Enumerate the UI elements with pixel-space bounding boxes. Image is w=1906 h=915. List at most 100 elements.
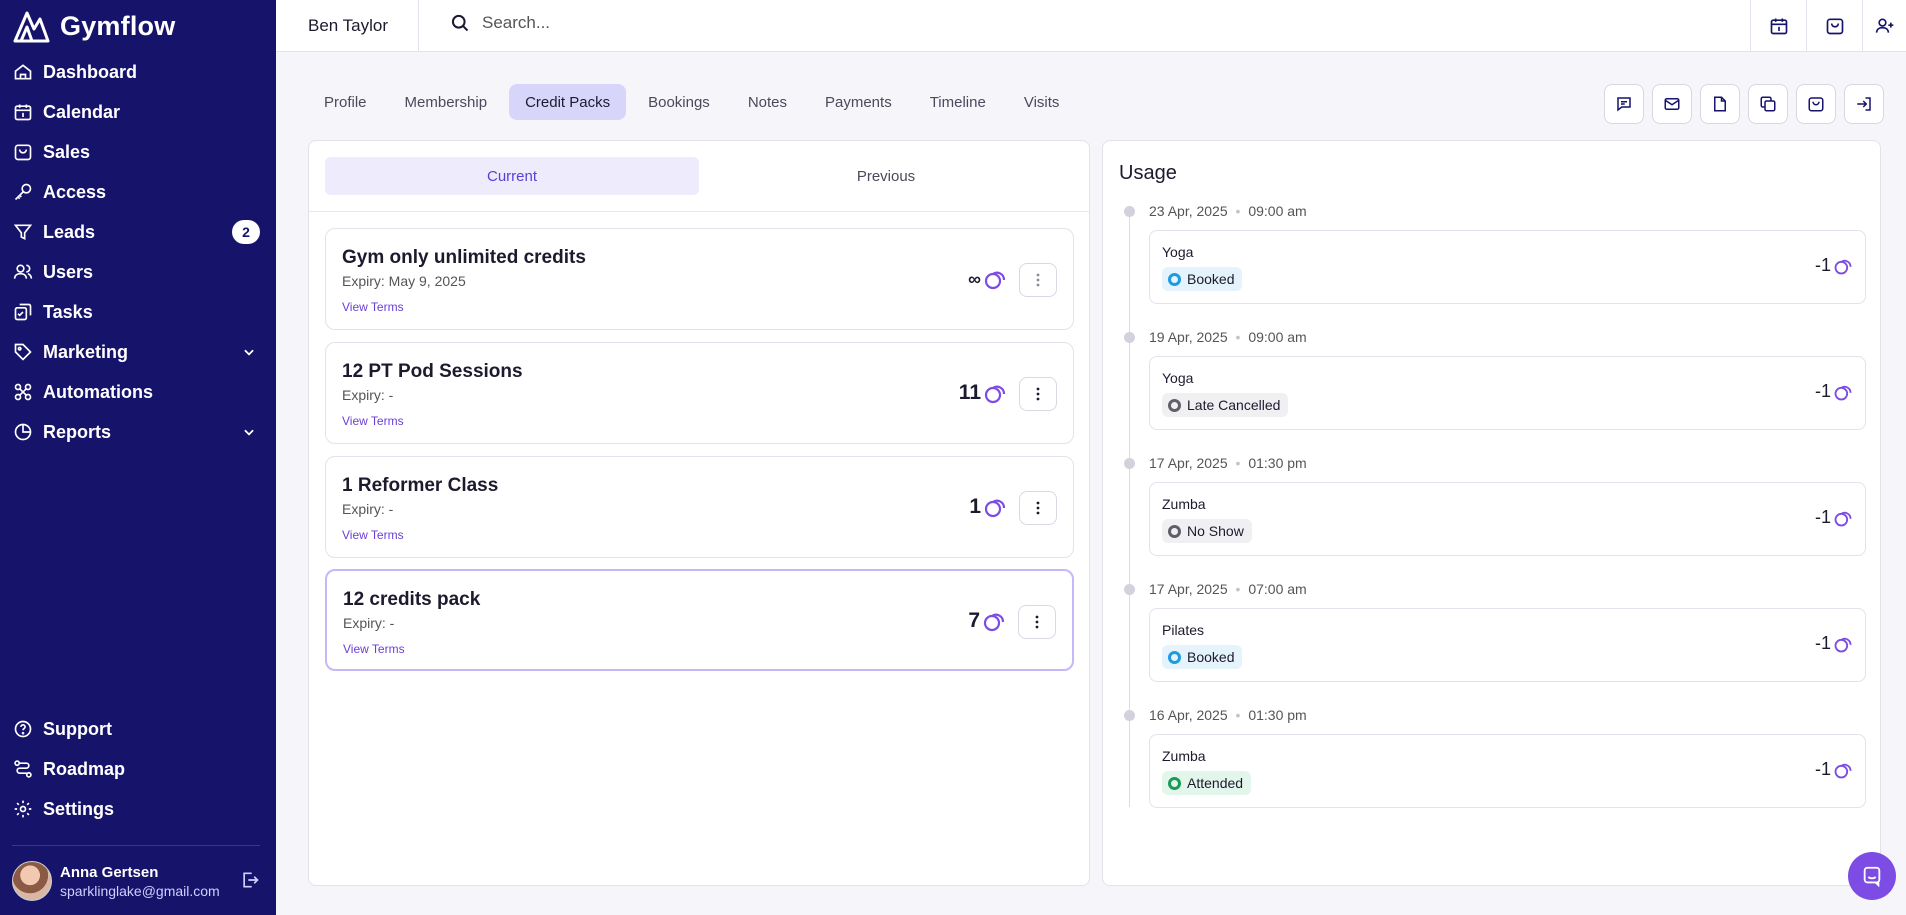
pack-name: 1 Reformer Class bbox=[342, 475, 499, 496]
current-user[interactable]: Anna Gertsen sparklinglake@gmail.com bbox=[12, 861, 220, 901]
sidebar-item-roadmap[interactable]: Roadmap bbox=[0, 749, 276, 789]
sidebar-item-users[interactable]: Users bbox=[0, 252, 276, 292]
usage-panel: Usage 23 Apr, 2025 • 09:00 am Yoga Booke… bbox=[1102, 140, 1881, 886]
status-ring-icon bbox=[1168, 272, 1181, 286]
pack-menu-button[interactable] bbox=[1019, 377, 1057, 411]
pack-menu-button[interactable] bbox=[1019, 263, 1057, 297]
sidebar-bottom-nav: Support Roadmap Settings bbox=[0, 709, 276, 829]
credits-icon bbox=[984, 271, 1006, 290]
tab-payments[interactable]: Payments bbox=[809, 84, 908, 120]
sell-button[interactable] bbox=[1796, 84, 1836, 124]
sidebar-item-label: Users bbox=[43, 261, 94, 282]
filter-icon bbox=[12, 221, 34, 243]
chat-bubble-icon bbox=[1863, 866, 1881, 887]
gear-icon bbox=[12, 798, 34, 820]
pack-expiry: Expiry: May 9, 2025 bbox=[342, 273, 466, 289]
add-user-icon bbox=[1875, 18, 1893, 33]
avatar bbox=[12, 861, 52, 901]
mail-icon bbox=[1664, 98, 1680, 110]
status-label: Attended bbox=[1187, 775, 1244, 791]
sidebar-item-automations[interactable]: Automations bbox=[0, 372, 276, 412]
member-tabs: Profile Membership Credit Packs Bookings… bbox=[308, 84, 1075, 120]
view-terms-link[interactable]: View Terms bbox=[342, 528, 404, 542]
user-email: sparklinglake@gmail.com bbox=[60, 882, 220, 899]
credit-count: ∞ bbox=[968, 268, 981, 289]
sidebar-item-tasks[interactable]: Tasks bbox=[0, 292, 276, 332]
search-input[interactable] bbox=[482, 13, 1082, 33]
credits-icon bbox=[1834, 637, 1852, 652]
logout-icon[interactable] bbox=[240, 870, 260, 890]
pack-credits: ∞ bbox=[968, 267, 1007, 291]
roadmap-icon bbox=[12, 758, 34, 780]
tag-icon bbox=[12, 341, 34, 363]
send-email-button[interactable] bbox=[1652, 84, 1692, 124]
sidebar-item-marketing[interactable]: Marketing bbox=[0, 332, 276, 372]
send-message-button[interactable] bbox=[1604, 84, 1644, 124]
document-button[interactable] bbox=[1700, 84, 1740, 124]
pack-credits: 7 bbox=[968, 609, 1006, 633]
member-name[interactable]: Ben Taylor bbox=[276, 0, 419, 52]
tab-membership[interactable]: Membership bbox=[389, 84, 504, 120]
sidebar-item-support[interactable]: Support bbox=[0, 709, 276, 749]
delta-value: -1 bbox=[1814, 507, 1831, 527]
sidebar-item-reports[interactable]: Reports bbox=[0, 412, 276, 452]
sidebar-item-access[interactable]: Access bbox=[0, 172, 276, 212]
sidebar-item-settings[interactable]: Settings bbox=[0, 789, 276, 829]
add-user-button[interactable] bbox=[1862, 0, 1906, 52]
delta-value: -1 bbox=[1814, 759, 1831, 779]
users-icon bbox=[12, 261, 34, 283]
search-bar[interactable] bbox=[450, 13, 1082, 33]
entry-time: 01:30 pm bbox=[1248, 707, 1307, 723]
timeline-dot bbox=[1124, 710, 1135, 721]
more-vertical-icon bbox=[1036, 387, 1040, 401]
chevron-down-icon[interactable] bbox=[242, 425, 256, 439]
sidebar-item-calendar[interactable]: Calendar bbox=[0, 92, 276, 132]
credit-pack-card[interactable]: 1 Reformer Class Expiry: - View Terms 1 bbox=[325, 456, 1074, 558]
credit-pack-card[interactable]: 12 PT Pod Sessions Expiry: - View Terms … bbox=[325, 342, 1074, 444]
pack-menu-button[interactable] bbox=[1018, 605, 1056, 639]
tab-timeline[interactable]: Timeline bbox=[914, 84, 1002, 120]
tab-credit-packs[interactable]: Credit Packs bbox=[509, 84, 627, 120]
tab-visits[interactable]: Visits bbox=[1008, 84, 1076, 120]
top-bar: Ben Taylor bbox=[276, 0, 1906, 52]
sidebar-item-dashboard[interactable]: Dashboard bbox=[0, 52, 276, 92]
more-vertical-icon bbox=[1036, 501, 1040, 515]
gymflow-logo-icon bbox=[13, 11, 50, 43]
logo[interactable]: Gymflow bbox=[12, 8, 175, 44]
view-terms-link[interactable]: View Terms bbox=[342, 414, 404, 428]
credits-icon bbox=[1834, 511, 1852, 526]
usage-entry-card[interactable]: Zumba No Show -1 bbox=[1149, 482, 1866, 556]
entry-time: 01:30 pm bbox=[1248, 455, 1307, 471]
copy-button[interactable] bbox=[1748, 84, 1788, 124]
usage-entry-card[interactable]: Zumba Attended -1 bbox=[1149, 734, 1866, 808]
sidebar-item-label: Marketing bbox=[43, 341, 129, 362]
usage-entry-card[interactable]: Yoga Booked -1 bbox=[1149, 230, 1866, 304]
sidebar-item-leads[interactable]: Leads 2 bbox=[0, 212, 276, 252]
bag-icon bbox=[1826, 18, 1843, 35]
check-in-button[interactable] bbox=[1844, 84, 1884, 124]
credit-pack-card[interactable]: Gym only unlimited credits Expiry: May 9… bbox=[325, 228, 1074, 330]
home-icon bbox=[12, 61, 34, 83]
view-terms-link[interactable]: View Terms bbox=[342, 300, 404, 314]
sidebar-item-label: Automations bbox=[43, 381, 153, 402]
calendar-button[interactable] bbox=[1750, 0, 1806, 52]
sidebar-item-label: Dashboard bbox=[43, 61, 138, 82]
tab-profile[interactable]: Profile bbox=[308, 84, 383, 120]
entry-class-name: Pilates bbox=[1162, 622, 1205, 638]
sidebar-item-sales[interactable]: Sales bbox=[0, 132, 276, 172]
support-chat-button[interactable] bbox=[1848, 852, 1896, 900]
view-terms-link[interactable]: View Terms bbox=[343, 642, 405, 656]
segment-current[interactable]: Current bbox=[325, 157, 699, 195]
entry-date: 23 Apr, 2025 bbox=[1149, 203, 1228, 219]
chevron-down-icon[interactable] bbox=[242, 345, 256, 359]
credit-pack-card-selected[interactable]: 12 credits pack Expiry: - View Terms 7 bbox=[325, 569, 1074, 671]
shop-button[interactable] bbox=[1806, 0, 1862, 52]
tab-bookings[interactable]: Bookings bbox=[632, 84, 726, 120]
usage-entry-card[interactable]: Yoga Late Cancelled -1 bbox=[1149, 356, 1866, 430]
segment-previous[interactable]: Previous bbox=[699, 157, 1073, 195]
automation-icon bbox=[12, 381, 34, 403]
usage-entry-card[interactable]: Pilates Booked -1 bbox=[1149, 608, 1866, 682]
timeline-dot bbox=[1124, 206, 1135, 217]
pack-menu-button[interactable] bbox=[1019, 491, 1057, 525]
tab-notes[interactable]: Notes bbox=[732, 84, 803, 120]
